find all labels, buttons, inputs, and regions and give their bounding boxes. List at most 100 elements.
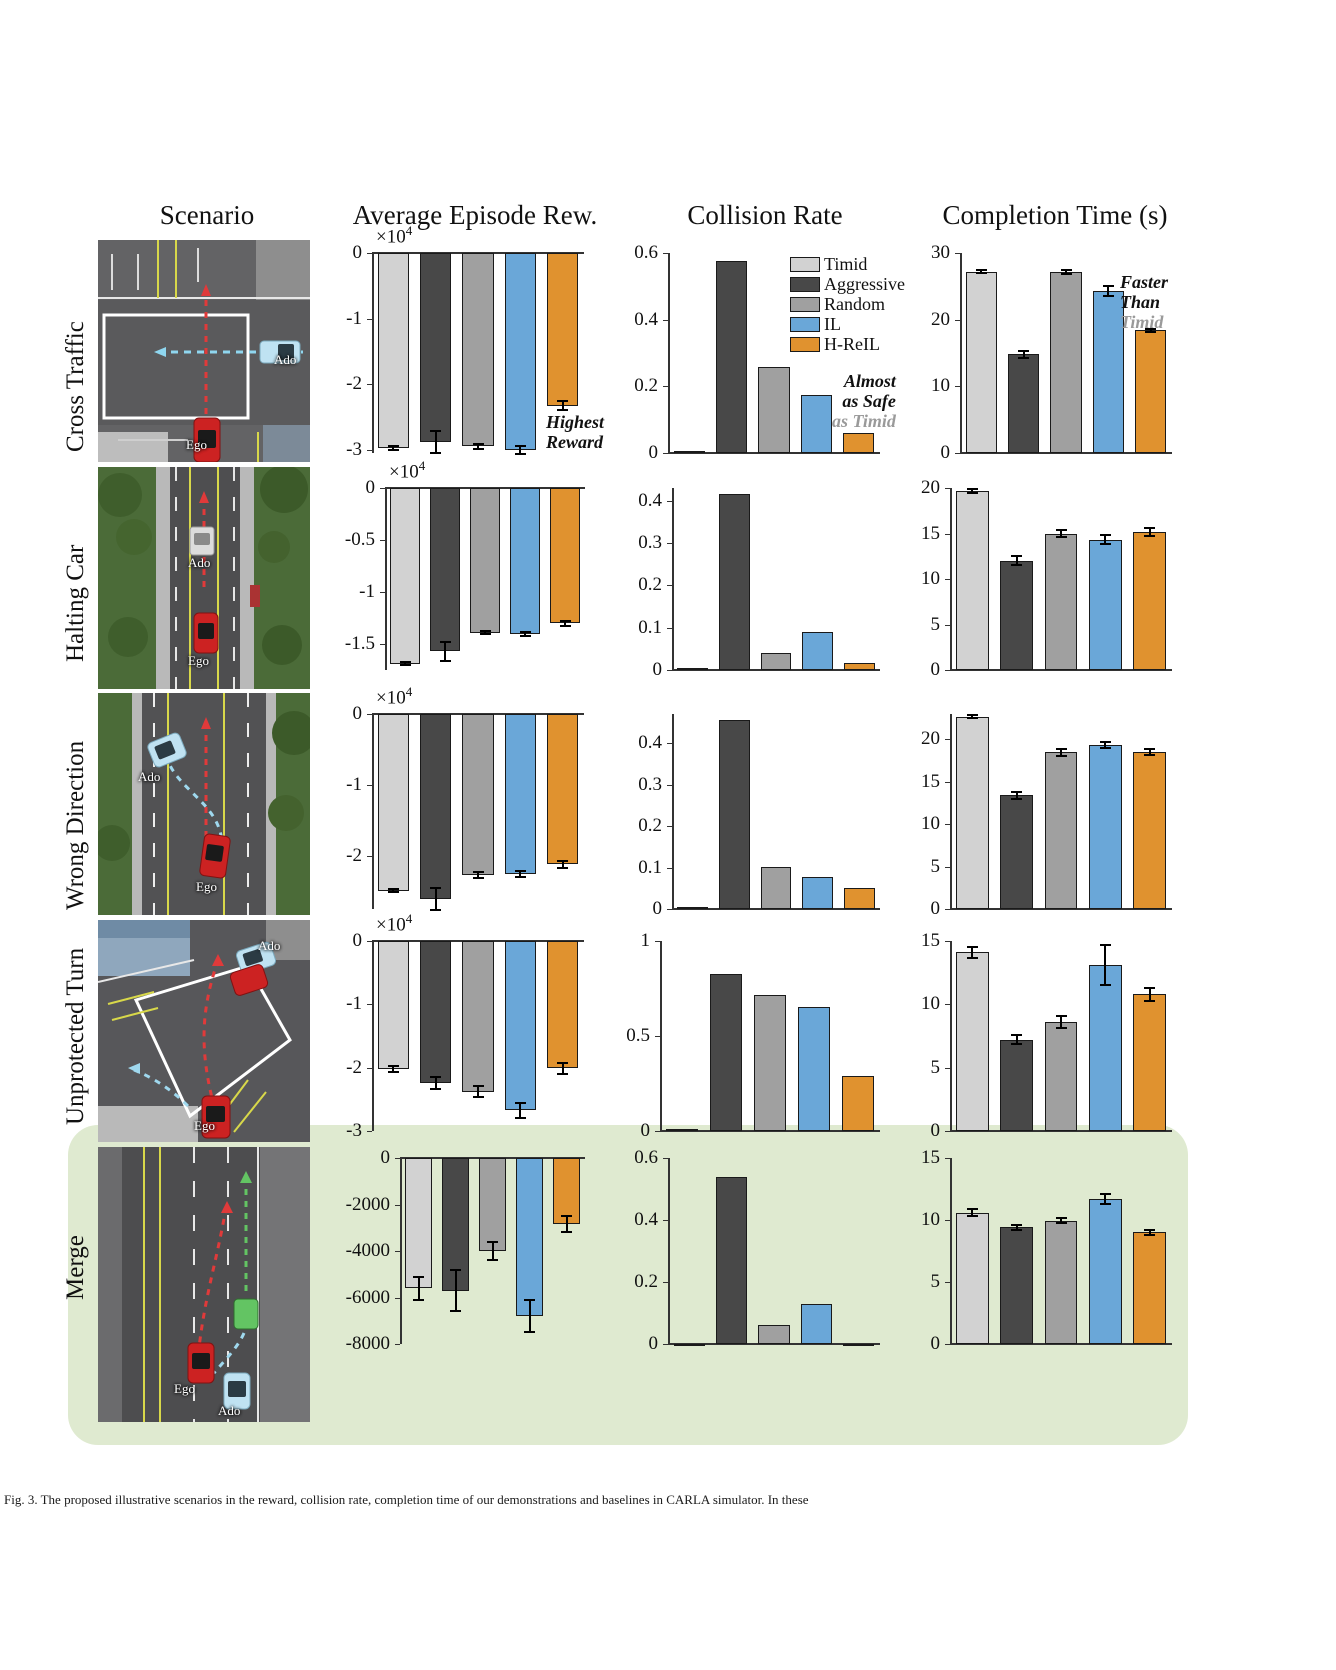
bar-random <box>1044 533 1078 670</box>
y-tick <box>945 533 950 535</box>
chart-time-wrong-direction: 0 5 10 15 20 <box>921 713 1172 919</box>
row-label-wrong-direction: Wrong Direction <box>62 740 89 910</box>
bar-random <box>462 941 494 1092</box>
bar-random <box>758 1325 790 1344</box>
error-bar-cap <box>430 452 442 454</box>
error-bar-cap <box>1102 295 1114 298</box>
bar-timid <box>673 451 705 454</box>
y-tick-label: -2 <box>346 1056 362 1078</box>
y-tick-label: 0.1 <box>638 616 662 638</box>
bar-il <box>1088 539 1122 670</box>
ado-label: Ado <box>218 1403 241 1418</box>
bar-il <box>504 253 537 451</box>
y-tick-label: 0.4 <box>634 308 658 330</box>
bar-timid <box>955 490 989 670</box>
error-bar-cap <box>966 1214 978 1217</box>
chart-time-unprotected-turn: 0 5 10 15 <box>921 930 1172 1141</box>
y-tick-label: 5 <box>930 1271 941 1292</box>
error-bar-cap <box>1011 555 1023 558</box>
error-bar-cap <box>557 1061 569 1064</box>
y-tick <box>663 453 668 454</box>
y-tick-label: 0.4 <box>638 489 662 511</box>
y-tick-label: 30 <box>931 242 950 263</box>
y-tick-label: -0.5 <box>344 529 375 550</box>
bar-timid <box>377 714 409 891</box>
bar-h-reil <box>1133 752 1167 909</box>
error-bar-cap <box>557 400 569 403</box>
annotation-highest-reward: Highest Reward <box>546 412 604 452</box>
y-tick-label: -8000 <box>345 1333 390 1354</box>
error-bar-cap <box>1055 747 1067 750</box>
y-tick <box>945 909 950 910</box>
y-tick <box>667 826 672 828</box>
legend-swatch <box>790 257 820 272</box>
y-tick-label: 0.4 <box>634 1209 658 1230</box>
error-bar-cap <box>966 491 978 494</box>
bar-random <box>1050 271 1082 453</box>
y-tick <box>667 909 672 910</box>
error-bar-cap <box>966 957 978 960</box>
error-bar-cap <box>1055 535 1067 538</box>
bar-il <box>1088 965 1122 1131</box>
y-tick-label: 15 <box>921 930 940 951</box>
error-bar-cap <box>1144 999 1156 1002</box>
error-bar <box>528 1299 531 1333</box>
y-tick <box>667 500 672 502</box>
row-label-merge: Merge <box>62 1235 89 1300</box>
error-bar-cap <box>413 1275 424 1278</box>
axis-exponent-label: ×104 <box>376 684 413 709</box>
error-bar-cap <box>524 1298 535 1301</box>
y-tick-label: 0.5 <box>626 1025 650 1046</box>
error-bar-cap <box>1011 790 1023 793</box>
y-tick-label: 5 <box>930 855 941 877</box>
error-bar-cap <box>387 444 399 447</box>
y-tick <box>945 1344 950 1345</box>
bar-aggressive <box>1000 560 1034 670</box>
chart-reward-unprotected-turn: 0 -1 -2 -3 ×104 <box>346 911 584 1141</box>
chart-reward-halting-car: 0 -0.5 -1 -1.5 ×104 <box>345 458 585 670</box>
y-tick <box>380 540 385 541</box>
bar-il <box>1088 745 1122 909</box>
error-bar-cap <box>1011 1223 1023 1226</box>
error-bar-cap <box>1055 1222 1067 1225</box>
bar-timid <box>677 668 709 671</box>
bar-timid <box>377 253 409 448</box>
y-tick-label: 10 <box>921 993 940 1015</box>
y-tick-label: 0 <box>352 242 363 263</box>
y-tick <box>395 1251 400 1252</box>
y-tick-label: -1 <box>346 307 362 329</box>
y-tick-label: -3 <box>346 1120 362 1141</box>
y-tick <box>945 488 950 489</box>
error-bar <box>454 1269 457 1312</box>
y-tick <box>945 941 950 942</box>
bar-h-reil <box>1135 330 1167 453</box>
error-bar-cap <box>399 664 411 667</box>
bar-il <box>802 877 833 909</box>
annotation-faster-than: Faster Than Timid <box>1120 272 1168 332</box>
y-tick <box>395 1297 400 1299</box>
chart-collision-wrong-direction: 0 0.1 0.2 0.3 0.4 <box>638 714 880 919</box>
bar-random <box>470 488 500 633</box>
error-bar-cap <box>430 887 442 890</box>
error-bar-cap <box>472 447 484 450</box>
scenario-image-wrong-direction: Ado Ego <box>98 693 310 915</box>
y-tick <box>655 1036 660 1037</box>
bar-il <box>797 1006 831 1131</box>
y-tick-label: 10 <box>921 813 940 835</box>
y-tick <box>395 1204 400 1206</box>
y-tick <box>395 1158 400 1159</box>
ego-label: Ego <box>196 879 217 894</box>
figure-root: Scenario Average Episode Rew. Collision … <box>0 0 1336 1670</box>
y-tick-label: 0 <box>930 898 941 919</box>
y-tick-label: 0.1 <box>638 856 662 878</box>
bar-h-reil <box>1133 531 1167 670</box>
annotation-line: as Timid <box>832 411 896 432</box>
error-bar-cap <box>1055 1014 1067 1017</box>
y-tick <box>380 488 385 489</box>
bar-il <box>800 1303 833 1344</box>
y-tick-label: -1 <box>346 773 362 795</box>
error-bar-cap <box>387 448 399 451</box>
error-bar-cap <box>557 866 569 869</box>
bar-random <box>1044 1022 1078 1131</box>
error-bar-cap <box>966 713 978 716</box>
